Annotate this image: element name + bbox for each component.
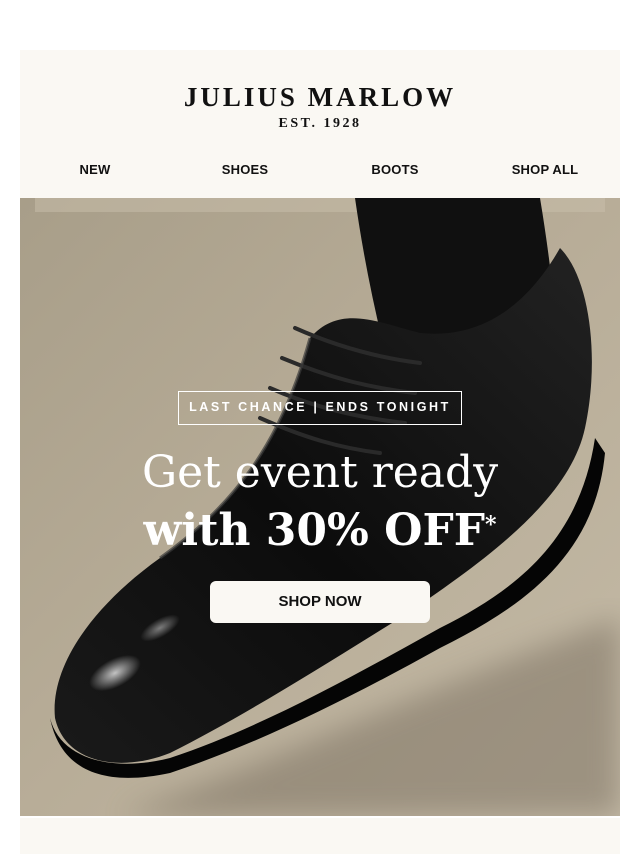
nav-item-boots[interactable]: BOOTS bbox=[320, 160, 470, 180]
brand-tagline: EST. 1928 bbox=[278, 116, 362, 131]
nav-item-new[interactable]: NEW bbox=[20, 160, 170, 180]
brand-logo[interactable]: JULIUS MARLOW bbox=[20, 84, 620, 111]
hero-headline-line1: Get event ready bbox=[141, 447, 499, 498]
headline-asterisk: * bbox=[484, 512, 497, 538]
hero-headline-line2: with 30% OFF* bbox=[20, 504, 620, 558]
promo-badge: LAST CHANCE | ENDS TONIGHT bbox=[178, 391, 462, 425]
email-container: JULIUS MARLOW EST. 1928 NEW SHOES BOOTS … bbox=[20, 50, 620, 854]
nav-item-shop-all[interactable]: SHOP ALL bbox=[470, 160, 620, 180]
email-header: JULIUS MARLOW EST. 1928 NEW SHOES BOOTS … bbox=[20, 50, 620, 198]
next-section-strip bbox=[20, 818, 620, 854]
main-nav: NEW SHOES BOOTS SHOP ALL bbox=[20, 160, 620, 180]
shop-now-button[interactable]: SHOP NOW bbox=[210, 581, 430, 623]
nav-item-shoes[interactable]: SHOES bbox=[170, 160, 320, 180]
hero-banner[interactable]: LAST CHANCE | ENDS TONIGHT Get event rea… bbox=[20, 198, 620, 816]
headline-offer-text: with 30% OFF bbox=[143, 505, 485, 556]
